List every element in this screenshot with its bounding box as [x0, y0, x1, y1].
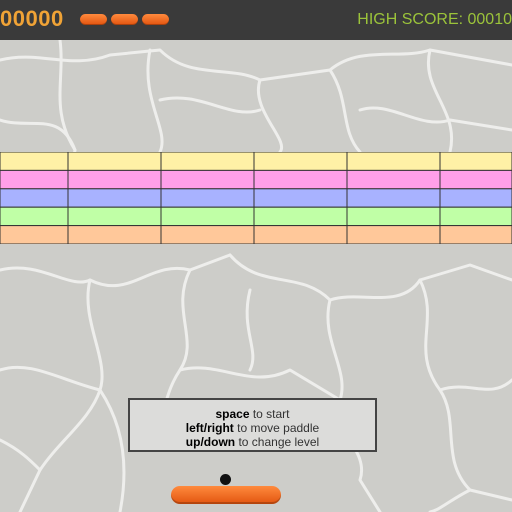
- brick: [67, 206, 162, 227]
- ball: [220, 474, 231, 485]
- brick: [0, 206, 69, 227]
- high-score-display: HIGH SCORE: 00010: [357, 11, 512, 28]
- brick: [160, 152, 255, 171]
- life-paddle-icon: [142, 14, 169, 25]
- brick: [67, 152, 162, 171]
- brick: [160, 225, 255, 244]
- brick: [160, 188, 255, 208]
- instruction-level-text: to change level: [235, 435, 320, 449]
- brick-wall: [0, 152, 512, 244]
- brick: [253, 152, 348, 171]
- brick: [0, 225, 69, 244]
- brick: [160, 206, 255, 227]
- brick: [160, 169, 255, 190]
- brick: [439, 188, 512, 208]
- brick: [253, 169, 348, 190]
- life-paddle-icon: [111, 14, 138, 25]
- brick: [253, 225, 348, 244]
- instruction-level: up/down to change level: [130, 435, 375, 449]
- instruction-start: space to start: [130, 407, 375, 421]
- brick: [67, 225, 162, 244]
- brick: [0, 152, 69, 171]
- brick: [346, 188, 441, 208]
- top-bar: 00000 HIGH SCORE: 00010: [0, 0, 512, 40]
- brick: [346, 152, 441, 171]
- brick: [253, 188, 348, 208]
- key-up-down: up/down: [185, 435, 236, 449]
- player-paddle[interactable]: [171, 486, 281, 504]
- key-space: space: [215, 407, 250, 421]
- lives-indicator: [80, 14, 169, 25]
- instruction-move-text: to move paddle: [233, 421, 320, 435]
- brick: [439, 225, 512, 244]
- instruction-move: left/right to move paddle: [130, 421, 375, 435]
- score-display: 00000: [0, 6, 64, 31]
- brick: [67, 169, 162, 190]
- brick: [439, 169, 512, 190]
- key-left-right: left/right: [185, 421, 234, 435]
- brick: [0, 169, 69, 190]
- brick: [346, 225, 441, 244]
- brick: [0, 188, 69, 208]
- instruction-start-text: to start: [249, 407, 290, 421]
- brick: [346, 206, 441, 227]
- brick: [439, 152, 512, 171]
- brick: [253, 206, 348, 227]
- instructions-panel: space to start left/right to move paddle…: [128, 398, 377, 452]
- brick: [67, 188, 162, 208]
- brick: [346, 169, 441, 190]
- life-paddle-icon: [80, 14, 107, 25]
- brick: [439, 206, 512, 227]
